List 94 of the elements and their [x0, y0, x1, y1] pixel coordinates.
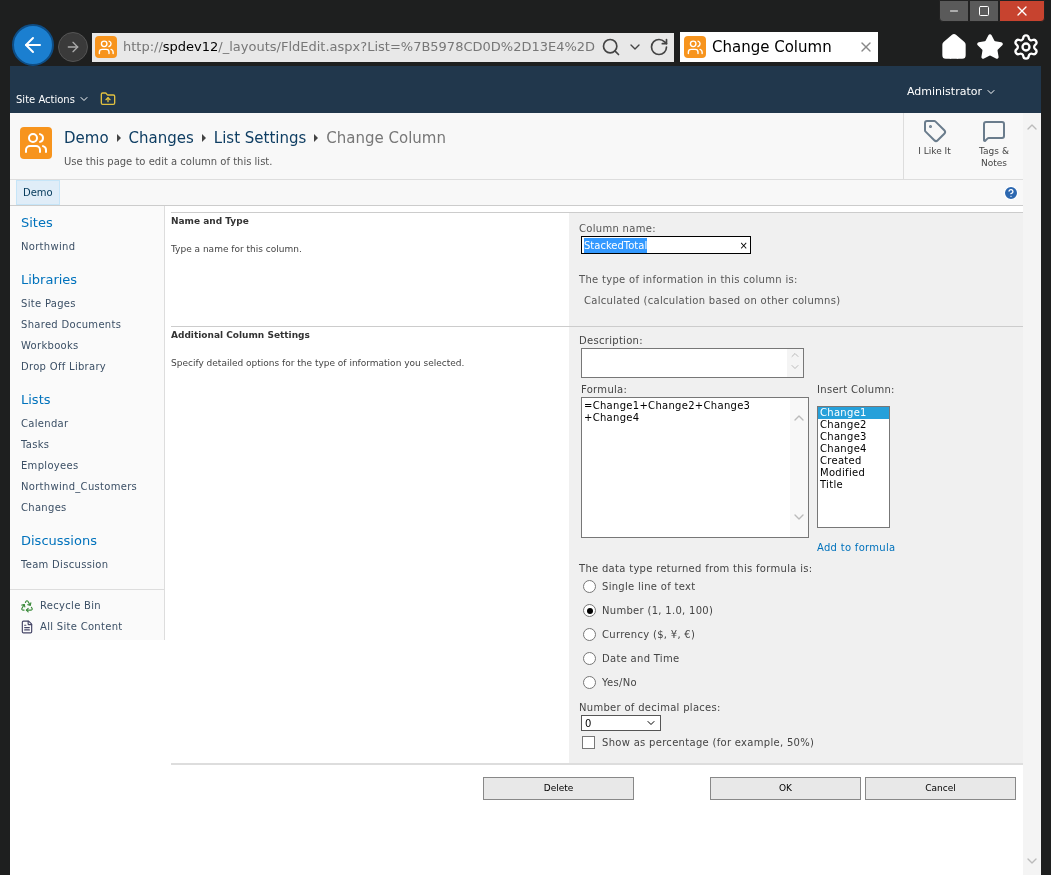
radio-label: Date and Time	[602, 652, 680, 666]
url-text: http://spdev12/_layouts/FldEdit.aspx?List=%7B5978CD0D%2D13E4%2D	[123, 38, 596, 57]
section-title: Additional Column Settings	[171, 329, 311, 342]
forward-arrow-icon	[65, 39, 81, 55]
add-to-formula-link[interactable]: Add to formula	[817, 540, 896, 555]
column-name-field[interactable]: StackedTotal ×	[581, 236, 751, 254]
radio-button[interactable]	[583, 604, 596, 617]
sidebar-item[interactable]: Northwind	[21, 236, 153, 257]
breadcrumb-link[interactable]: List Settings	[213, 127, 307, 150]
radio-label: Currency ($, ¥, €)	[602, 628, 696, 642]
sidebar-item[interactable]: Northwind_Customers	[21, 476, 153, 497]
sidebar-item[interactable]: Employees	[21, 455, 153, 476]
folder-icon[interactable]	[99, 91, 116, 107]
user-menu[interactable]: Administrator	[907, 84, 997, 101]
refresh-icon[interactable]	[649, 37, 670, 57]
sidebar-item[interactable]: Team Discussion	[21, 554, 153, 575]
social-action-button[interactable]: Tags & Notes	[965, 113, 1023, 179]
document-icon	[20, 619, 34, 634]
address-bar[interactable]: http://spdev12/_layouts/FldEdit.aspx?List=%7B5978CD0D%2D13E4%2D	[92, 32, 674, 62]
ok-button[interactable]: OK	[710, 777, 861, 800]
radio-button[interactable]	[583, 580, 596, 593]
list-option[interactable]: Change2	[818, 419, 889, 431]
section-title: Name and Type	[171, 215, 250, 228]
sidebar-heading[interactable]: Sites	[21, 214, 153, 232]
sidebar-item[interactable]: Site Pages	[21, 293, 153, 314]
maximize-button[interactable]	[969, 0, 999, 22]
radio-label: Single line of text	[602, 580, 696, 594]
star-icon[interactable]	[976, 33, 1004, 61]
field-label: Description:	[579, 334, 644, 348]
formula-line: =Change1+Change2+Change3	[584, 400, 752, 412]
type-info-value: Calculated (calculation based on other columns)	[584, 294, 842, 308]
radio-button[interactable]	[583, 628, 596, 641]
delete-button[interactable]: Delete	[483, 777, 634, 800]
list-option[interactable]: Title	[818, 479, 889, 491]
list-option[interactable]: Created	[818, 455, 889, 467]
field-label: Number of decimal places:	[579, 701, 722, 715]
settings-icon[interactable]	[1012, 33, 1040, 61]
radio-label: Yes/No	[602, 676, 637, 690]
breadcrumb-separator-icon	[116, 134, 121, 143]
social-action-button[interactable]: I Like It	[903, 113, 965, 179]
breadcrumb-separator-icon	[201, 134, 206, 143]
formula-line: +Change4	[584, 412, 641, 424]
field-label: The data type returned from this formula is:	[579, 562, 814, 576]
sidebar-item[interactable]: Calendar	[21, 413, 153, 434]
tab-title: Change Column	[712, 36, 833, 58]
list-option[interactable]: Modified	[818, 467, 889, 479]
page-description: Use this page to edit a column of this list.	[64, 154, 274, 169]
tag-icon	[922, 119, 947, 143]
recycle-bin-icon	[20, 598, 34, 613]
site-logo-icon	[95, 36, 117, 58]
sidebar-heading[interactable]: Discussions	[21, 532, 153, 550]
maximize-icon	[978, 5, 990, 17]
page-title: Change Column	[326, 128, 446, 149]
sidebar-item[interactable]: Workbooks	[21, 335, 153, 356]
breadcrumb-link[interactable]: Changes	[128, 127, 194, 150]
site-logo-icon	[684, 36, 706, 58]
back-button[interactable]	[12, 24, 54, 66]
top-nav-tab[interactable]: Demo	[16, 180, 60, 205]
checkbox-label: Show as percentage (for example, 50%)	[602, 736, 815, 750]
sidebar-heading[interactable]: Libraries	[21, 271, 153, 289]
sidebar-link[interactable]: Recycle Bin	[40, 598, 101, 613]
decimals-dropdown[interactable]: 0	[581, 715, 661, 731]
sidebar-item[interactable]: Changes	[21, 497, 153, 518]
section-description: Specify detailed options for the type of information you selected.	[171, 356, 466, 370]
sidebar-link[interactable]: All Site Content	[40, 619, 123, 634]
list-option[interactable]: Change3	[818, 431, 889, 443]
radio-button[interactable]	[583, 652, 596, 665]
cancel-button[interactable]: Cancel	[865, 777, 1016, 800]
sidebar-heading[interactable]: Lists	[21, 391, 153, 409]
type-info-label: The type of information in this column is:	[579, 273, 799, 287]
site-actions-menu[interactable]: Site Actions	[16, 91, 90, 107]
speech-bubble-icon	[982, 119, 1006, 143]
minimize-button[interactable]	[939, 0, 969, 22]
site-logo-icon	[20, 127, 52, 159]
home-icon[interactable]	[940, 33, 968, 61]
section-description: Type a name for this column.	[171, 242, 303, 256]
list-option[interactable]: Change4	[818, 443, 889, 455]
checkbox[interactable]	[582, 736, 595, 749]
field-label: Formula:	[581, 383, 629, 397]
help-icon[interactable]	[1003, 184, 1019, 201]
field-label: Column name:	[579, 222, 657, 236]
sidebar-item[interactable]: Drop Off Library	[21, 356, 153, 377]
sidebar-item[interactable]: Tasks	[21, 434, 153, 455]
browser-tab[interactable]: Change Column	[680, 32, 878, 62]
insert-column-list[interactable]: Change1 Change2 Change3 Change4 Created Modified Title	[817, 406, 890, 528]
forward-button[interactable]	[58, 32, 88, 62]
field-label: Insert Column:	[817, 383, 896, 397]
close-button[interactable]	[999, 0, 1045, 22]
search-icon[interactable]	[601, 37, 622, 57]
breadcrumb-separator-icon	[314, 134, 319, 143]
radio-button[interactable]	[583, 676, 596, 689]
radio-label: Number (1, 1.0, 100)	[602, 604, 714, 618]
breadcrumb-link[interactable]: Demo	[64, 127, 109, 150]
sidebar-item[interactable]: Shared Documents	[21, 314, 153, 335]
